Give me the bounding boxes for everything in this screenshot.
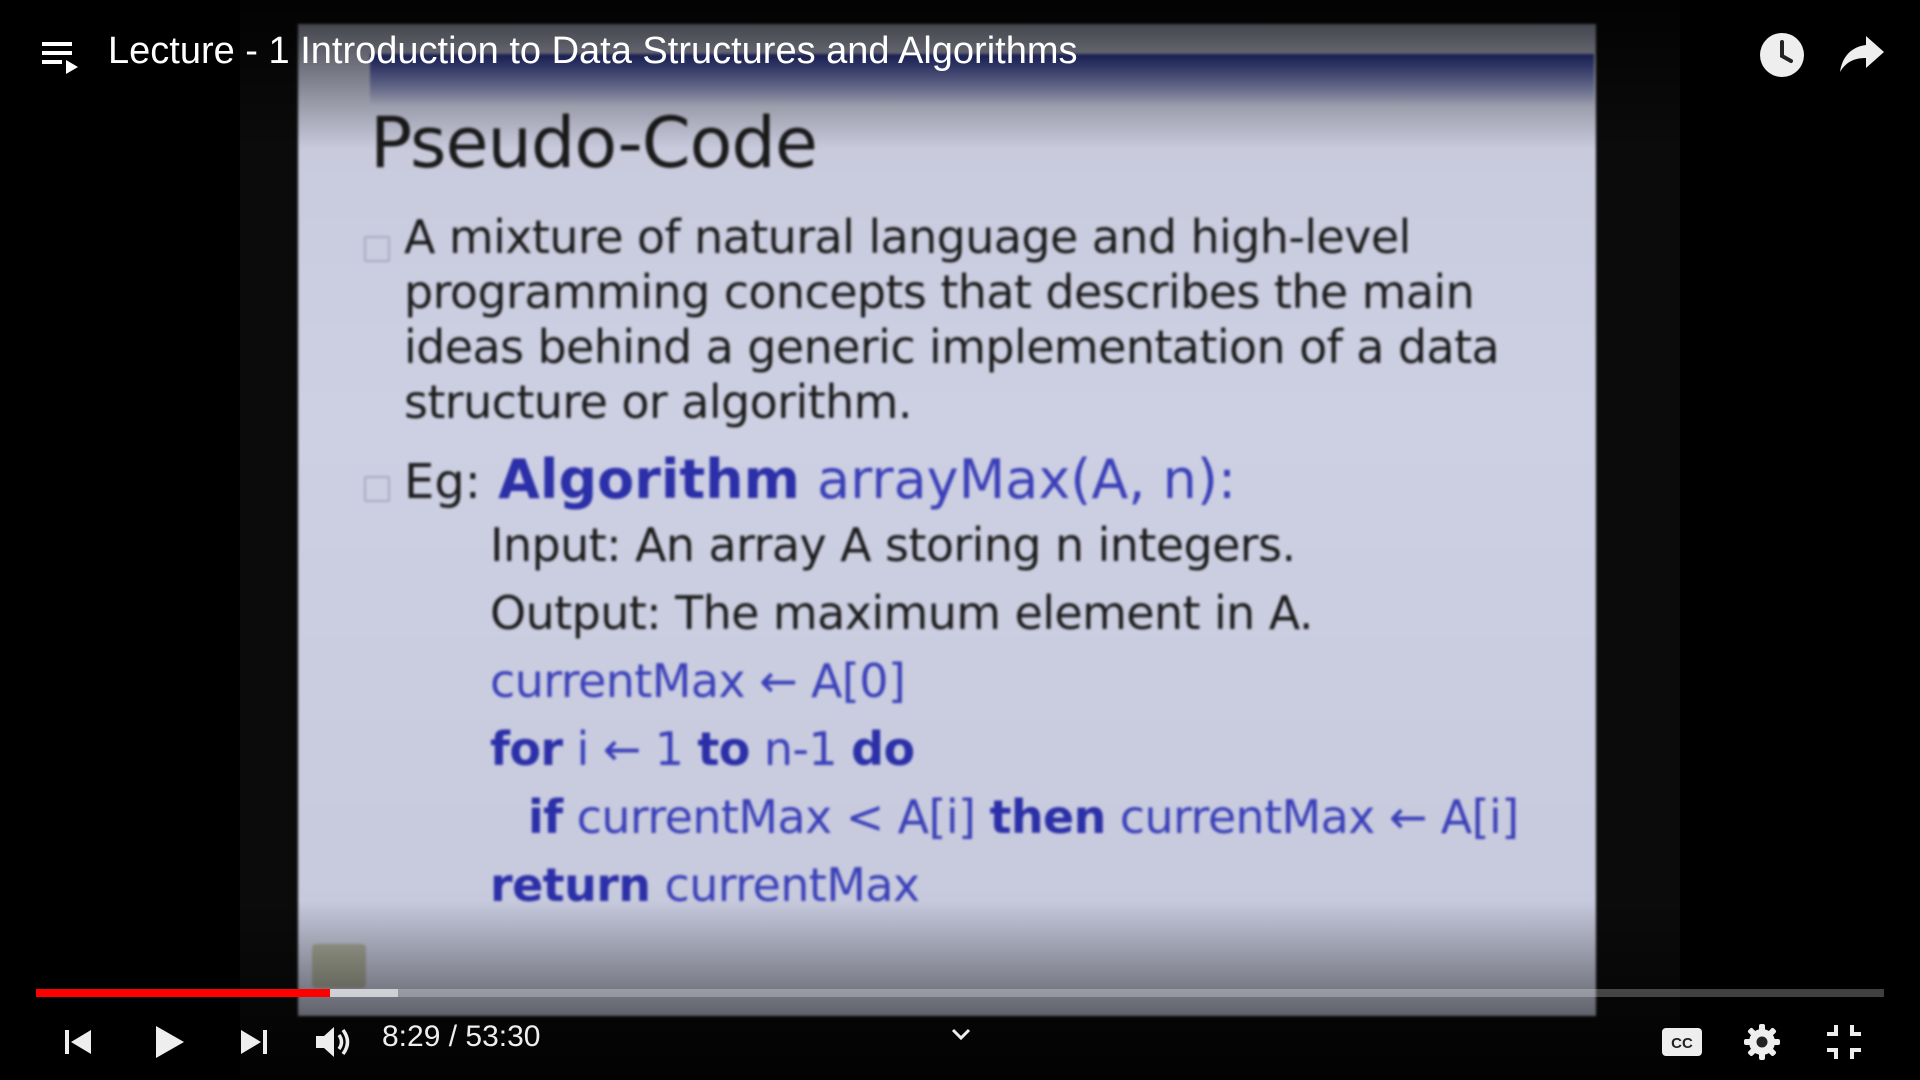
loop-init: i ← 1 xyxy=(576,722,684,776)
volume-icon xyxy=(316,1027,350,1057)
loop-bound: n-1 xyxy=(763,722,838,776)
input-text: An array A storing n integers. xyxy=(635,518,1296,572)
bullet-icon xyxy=(364,476,390,502)
time-display: 8:29 / 53:30 xyxy=(382,1020,540,1054)
playlist-icon[interactable] xyxy=(40,36,80,76)
settings-button[interactable] xyxy=(1734,1014,1790,1070)
played-bar xyxy=(36,989,330,997)
keyword-for: for xyxy=(490,722,563,776)
code-line-1: currentMax ← A[0] xyxy=(490,654,906,708)
time-separator: / xyxy=(440,1020,466,1053)
keyword-if: if xyxy=(528,790,563,844)
output-label: Output: xyxy=(490,586,662,640)
previous-icon xyxy=(65,1030,91,1054)
clock-icon[interactable] xyxy=(1758,31,1806,79)
exit-fullscreen-icon xyxy=(1827,1025,1861,1059)
code-line-2: for i ← 1 to n-1 do xyxy=(490,722,915,776)
slide-paragraph: A mixture of natural language and high-l… xyxy=(404,210,1500,429)
output-line: Output: The maximum element in A. xyxy=(490,586,1313,640)
previous-button[interactable] xyxy=(50,1014,106,1070)
captions-label: CC xyxy=(1671,1035,1693,1052)
progress-bar[interactable] xyxy=(36,989,1884,997)
current-time: 8:29 xyxy=(382,1020,441,1053)
play-icon xyxy=(156,1026,184,1058)
exit-fullscreen-button[interactable] xyxy=(1816,1014,1872,1070)
keyword-to: to xyxy=(697,722,750,776)
input-line: Input: An array A storing n integers. xyxy=(490,518,1296,572)
output-text: The maximum element in A. xyxy=(675,586,1313,640)
code-line-3: if currentMax < A[i] then currentMax ← A… xyxy=(528,790,1519,844)
volume-button[interactable] xyxy=(304,1014,360,1070)
duration: 53:30 xyxy=(465,1020,541,1053)
play-button[interactable] xyxy=(140,1014,196,1070)
input-label: Input: xyxy=(490,518,622,572)
next-button[interactable] xyxy=(226,1014,282,1070)
lecture-slide: Pseudo-Code A mixture of natural languag… xyxy=(298,24,1596,1016)
if-condition: currentMax < A[i] xyxy=(576,790,976,844)
keyword-do: do xyxy=(851,722,915,776)
captions-icon: CC xyxy=(1662,1028,1702,1056)
chevron-down-icon[interactable] xyxy=(946,1020,976,1050)
example-prefix: Eg: xyxy=(404,454,481,510)
keyword-then: then xyxy=(989,790,1106,844)
settings-icon xyxy=(1744,1024,1780,1060)
example-heading: Eg: Algorithm arrayMax(A, n): xyxy=(404,448,1236,511)
algorithm-keyword: Algorithm xyxy=(498,448,800,511)
video-title[interactable]: Lecture - 1 Introduction to Data Structu… xyxy=(108,30,1078,73)
algorithm-signature: arrayMax(A, n): xyxy=(817,448,1237,511)
bullet-icon xyxy=(364,236,390,262)
if-action: currentMax ← A[i] xyxy=(1119,790,1519,844)
share-icon[interactable] xyxy=(1838,32,1886,76)
top-gradient xyxy=(0,0,1920,150)
next-icon xyxy=(241,1030,267,1054)
captions-button[interactable]: CC xyxy=(1654,1014,1710,1070)
